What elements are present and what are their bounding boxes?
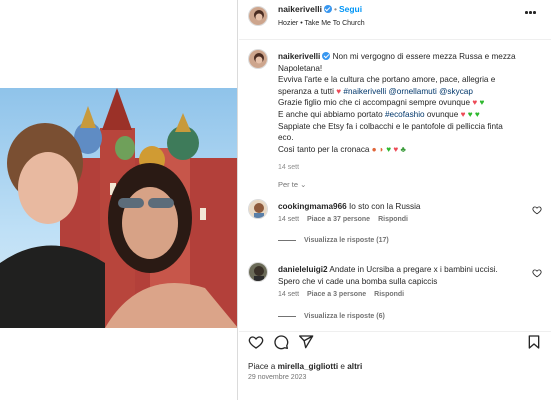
post-date: 29 novembre 2023 xyxy=(248,374,307,381)
commenter-avatar[interactable] xyxy=(248,199,268,219)
chevron-down-icon: ⌄ xyxy=(300,180,307,189)
caption-tags[interactable]: #naikerivelli @ornellamuti @skycap xyxy=(343,87,472,96)
verified-badge-icon xyxy=(323,5,332,13)
author-avatar[interactable] xyxy=(248,6,268,26)
green-heart-icon: ♥ xyxy=(467,109,473,119)
comment-likes-link[interactable]: Piace a 37 persone xyxy=(307,216,370,223)
commenter-username[interactable]: cookingmama966 xyxy=(278,202,347,211)
comment-likes-link[interactable]: Piace a 3 persone xyxy=(307,291,366,298)
audio-separator: • xyxy=(300,20,303,27)
comment-timestamp: 14 sett xyxy=(278,216,300,223)
liked-by-user-link[interactable]: mirella_gigliotti xyxy=(278,362,339,371)
post-header: naikerivelli • Segui Hozier • Take Me To C… xyxy=(239,0,551,40)
caption-line-text: E anche qui abbiamo portato xyxy=(278,109,383,119)
view-replies-button[interactable]: Visualizza le risposte (6) xyxy=(278,313,385,320)
likes-summary: Piace a mirella_gigliotti e altri xyxy=(248,362,362,371)
view-replies-label: Visualizza le risposte (17) xyxy=(304,237,389,244)
verified-badge-icon xyxy=(322,52,331,60)
caption-line: Napoletana! xyxy=(278,63,323,73)
caption-username[interactable]: naikerivelli xyxy=(278,52,320,61)
caption-timestamp: 14 sett xyxy=(278,164,300,171)
audio-artist: Hozier xyxy=(278,20,299,27)
caption-line-text: Non mi vergogno di essere mezza Russa e … xyxy=(332,52,516,61)
replies-divider xyxy=(278,239,296,241)
comment-timestamp: 14 sett xyxy=(278,291,300,298)
emoji-icons: ● ◗ xyxy=(371,144,384,154)
post-panel: naikerivelli • Segui Hozier • Take Me To C… xyxy=(239,0,551,400)
comment-text: danieleluigi2 Andate in Ucrsiba a pregar… xyxy=(278,264,523,287)
green-heart-icon: ♥ xyxy=(386,144,392,154)
comment-body: Spero che vi cade una bomba sulla capicc… xyxy=(278,276,438,286)
commenter-username[interactable]: danieleluigi2 xyxy=(278,265,328,274)
post-photo[interactable] xyxy=(0,88,237,328)
save-bookmark-icon[interactable] xyxy=(526,334,542,350)
caption-line: Evviva l'arte e la cultura che portano a… xyxy=(278,75,496,85)
audio-track: Take Me To Church xyxy=(304,20,365,27)
comment-text: cookingmama966 Io sto con la Russia xyxy=(278,201,523,213)
post-media xyxy=(0,0,238,400)
comment-meta: 14 sett Piace a 37 persone Rispondi xyxy=(278,216,416,223)
photo-illustration xyxy=(0,88,237,328)
see-translation-label: Per te xyxy=(278,180,299,189)
caption-line: naikerivelli Non mi vergogno di essere m… xyxy=(278,51,546,63)
commenter-avatar[interactable] xyxy=(248,262,268,282)
author-username[interactable]: naikerivelli xyxy=(278,4,322,14)
caption-line: speranza a tutti ♥ #naikerivelli @ornell… xyxy=(278,86,546,98)
audio-line[interactable]: Hozier • Take Me To Church xyxy=(278,19,365,28)
likes-others-link[interactable]: altri xyxy=(347,362,362,371)
red-heart-icon: ♥ xyxy=(472,98,478,108)
comment-bubble-icon[interactable] xyxy=(273,334,289,350)
view-replies-label: Visualizza le risposte (6) xyxy=(304,313,385,320)
caption-line-text: speranza a tutti xyxy=(278,86,334,96)
post-actions: Piace a mirella_gigliotti e altri 29 nov… xyxy=(239,331,551,400)
caption-line: Così tanto per la cronaca ● ◗ ♥ ♥ ♣ xyxy=(278,144,546,156)
green-heart-icon: ♥ xyxy=(474,109,480,119)
see-translation-link[interactable]: Per te ⌄ xyxy=(278,180,306,189)
likes-prefix: Piace a xyxy=(248,362,276,371)
red-heart-icon: ♥ xyxy=(393,144,399,154)
caption-line: eco. xyxy=(278,133,294,143)
green-heart-icon: ♥ xyxy=(479,98,485,108)
caption-line: Sappiate che Etsy fa i colbacchi e le pa… xyxy=(278,121,503,131)
view-replies-button[interactable]: Visualizza le risposte (17) xyxy=(278,237,389,244)
caption-avatar[interactable] xyxy=(248,49,268,69)
caption-line: E anche qui abbiamo portato #ecofashio o… xyxy=(278,109,546,121)
comments-section: naikerivelli Non mi vergogno di essere m… xyxy=(239,41,551,331)
reply-button[interactable]: Rispondi xyxy=(378,216,408,223)
follow-button[interactable]: Segui xyxy=(339,4,362,14)
red-heart-icon: ♥ xyxy=(336,86,342,96)
header-title-line: naikerivelli • Segui xyxy=(278,4,362,15)
caption-line-text: Così tanto per la cronaca xyxy=(278,144,370,154)
comment-body: Andate in Ucrsiba a pregare x i bambini … xyxy=(329,265,498,274)
carousel-indicator xyxy=(205,393,235,400)
reply-button[interactable]: Rispondi xyxy=(374,291,404,298)
heart-outline-icon[interactable] xyxy=(532,205,542,215)
share-paper-plane-icon[interactable] xyxy=(298,334,314,350)
red-heart-icon: ♥ xyxy=(460,109,466,119)
caption-hashtag[interactable]: #ecofashio xyxy=(385,110,425,119)
separator-dot: • xyxy=(333,4,337,14)
caption-text: naikerivelli Non mi vergogno di essere m… xyxy=(278,51,546,155)
caption-line-text: ovunque xyxy=(426,109,459,119)
caption-line: Grazie figlio mio che ci accompagni semp… xyxy=(278,97,546,109)
heart-outline-icon[interactable] xyxy=(532,268,542,278)
likes-and: e xyxy=(340,362,345,371)
more-options-icon[interactable] xyxy=(525,11,539,15)
like-heart-icon[interactable] xyxy=(248,334,264,350)
comment-meta: 14 sett Piace a 3 persone Rispondi xyxy=(278,291,412,298)
caption-line-text: Grazie figlio mio che ci accompagni semp… xyxy=(278,98,471,108)
palm-tree-icon: ♣ xyxy=(400,144,406,154)
comment-body: Io sto con la Russia xyxy=(349,202,421,211)
replies-divider xyxy=(278,315,296,317)
